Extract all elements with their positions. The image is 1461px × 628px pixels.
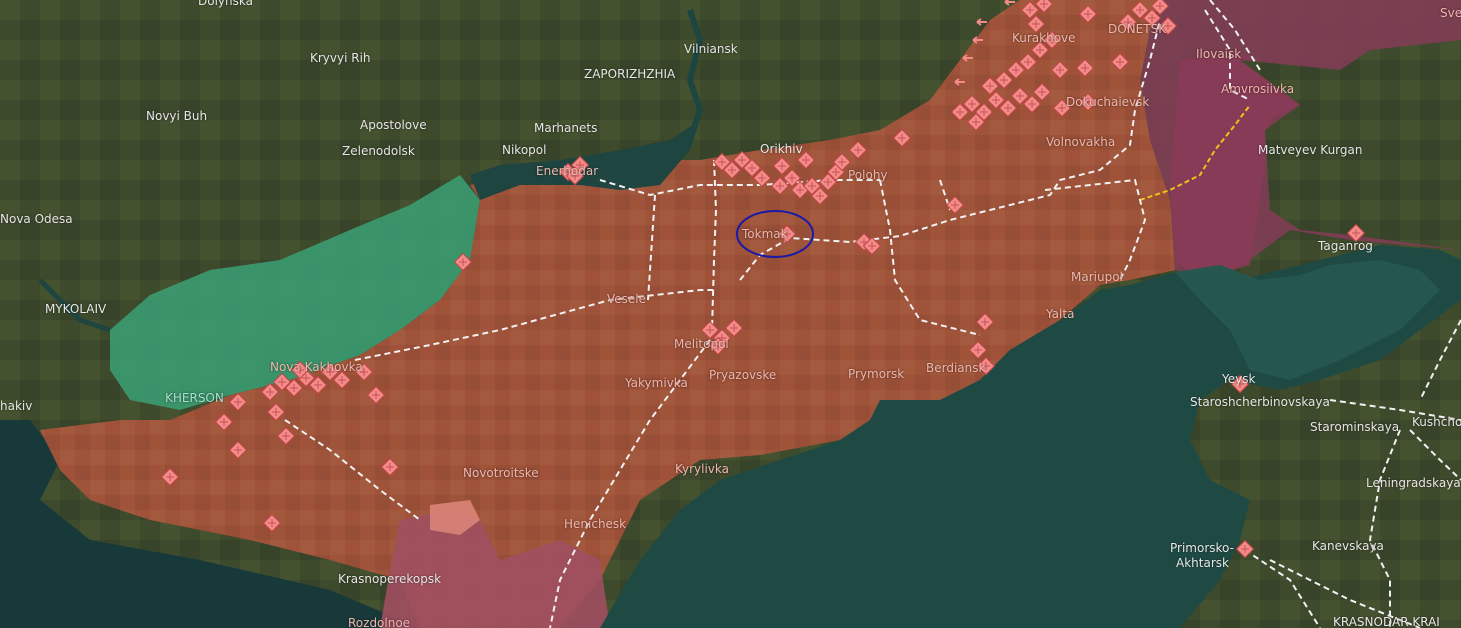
map-view[interactable]: Dolynska Kryvyi Rih Novyi Buh Apostolove… <box>0 0 1461 628</box>
map-canvas <box>0 0 1461 628</box>
